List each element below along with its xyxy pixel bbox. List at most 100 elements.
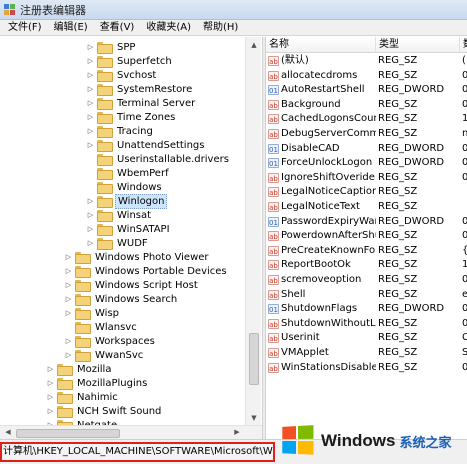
value-type: REG_DWORD <box>378 142 445 154</box>
menu-view[interactable]: 查看(V) <box>94 20 141 36</box>
expand-arrow-icon[interactable]: ▷ <box>86 141 95 149</box>
menu-favorites[interactable]: 收藏夹(A) <box>140 20 197 36</box>
value-row[interactable]: ab Background REG_SZ 0 <box>266 98 467 112</box>
value-row[interactable]: ab (默认) REG_SZ ( <box>266 54 467 68</box>
expand-arrow-icon[interactable]: ▷ <box>86 197 95 205</box>
tree-item[interactable]: ▷ Time Zones <box>86 110 177 124</box>
tree-item[interactable]: ▷ Terminal Server <box>86 96 197 110</box>
expand-arrow-icon[interactable]: ▷ <box>64 253 73 261</box>
value-row[interactable]: ab scremoveoption REG_SZ 0 <box>266 273 467 287</box>
tree-item[interactable]: ▷ MozillaPlugins <box>46 376 149 390</box>
value-row[interactable]: ab IgnoreShiftOveride REG_SZ 0 <box>266 171 467 185</box>
tree-item-label: Svchost <box>117 69 157 81</box>
expand-arrow-icon[interactable]: ▷ <box>86 99 95 107</box>
expand-arrow-icon[interactable]: ▷ <box>64 309 73 317</box>
tree-item[interactable]: ▷ Svchost <box>86 68 158 82</box>
expand-arrow-icon[interactable]: ▷ <box>86 85 95 93</box>
column-name-header[interactable]: 名称 <box>266 37 376 53</box>
value-row[interactable]: abShutdownWithoutLog...REG_SZ 0 <box>266 317 467 331</box>
value-row[interactable]: abDebugServerCommandREG_SZ n <box>266 127 467 141</box>
folder-icon <box>75 252 91 264</box>
tree-item[interactable]: ▷ Workspaces <box>64 334 157 348</box>
value-row[interactable]: abPowerdownAfterShut...REG_SZ 0 <box>266 229 467 243</box>
value-row[interactable]: ab allocatecdroms REG_SZ 0 <box>266 69 467 83</box>
tree-item[interactable]: ▷ WUDF <box>86 236 150 250</box>
value-row[interactable]: 01PasswordExpiryWarni...REG_DWORD 0 <box>266 215 467 229</box>
scroll-up-arrow-icon[interactable]: ▲ <box>246 37 262 52</box>
value-row[interactable]: ab WinStationsDisabled REG_SZ 0 <box>266 361 467 375</box>
tree-item[interactable]: ▷ Winlogon <box>86 193 168 209</box>
tree-item[interactable]: Wlansvc <box>64 320 139 334</box>
tree-item[interactable]: ▷ Windows Portable Devices <box>64 264 229 278</box>
tree-horizontal-scrollbar[interactable]: ◀ ▶ <box>0 425 262 439</box>
expand-arrow-icon[interactable]: ▷ <box>86 127 95 135</box>
tree-item[interactable]: ▷ WwanSvc <box>64 348 145 362</box>
menu-help[interactable]: 帮助(H) <box>197 20 244 36</box>
expand-arrow-icon[interactable]: ▷ <box>86 113 95 121</box>
expand-arrow-icon[interactable]: ▷ <box>86 211 95 219</box>
tree-scroll-thumb[interactable] <box>249 333 259 385</box>
expand-arrow-icon[interactable]: ▷ <box>86 239 95 247</box>
expand-arrow-icon[interactable]: ▷ <box>86 225 95 233</box>
expand-arrow-icon[interactable]: ▷ <box>64 337 73 345</box>
column-type-header[interactable]: 类型 <box>376 37 460 53</box>
expand-arrow-icon[interactable]: ▷ <box>64 295 73 303</box>
menu-file[interactable]: 文件(F) <box>2 20 48 36</box>
tree-item[interactable]: ▷ Windows Photo Viewer <box>64 250 211 264</box>
tree-item[interactable]: ▷ Nahimic <box>46 390 120 404</box>
folder-icon <box>97 168 113 180</box>
scroll-left-arrow-icon[interactable]: ◀ <box>0 425 16 439</box>
value-row[interactable]: 01 ShutdownFlags REG_DWORD 0 <box>266 302 467 316</box>
string-value-icon: ab <box>268 348 279 358</box>
value-row[interactable]: ab Userinit REG_SZ C <box>266 331 467 345</box>
expand-arrow-icon[interactable]: ▷ <box>86 57 95 65</box>
menu-edit[interactable]: 编辑(E) <box>48 20 94 36</box>
tree-item[interactable]: Windows <box>86 180 164 194</box>
tree-item[interactable]: ▷ NCH Swift Sound <box>46 404 163 418</box>
folder-icon <box>97 56 113 68</box>
value-name: AutoRestartShell <box>281 84 365 96</box>
expand-arrow-icon[interactable]: ▷ <box>64 351 73 359</box>
value-row[interactable]: 01 ForceUnlockLogon REG_DWORD 0 <box>266 156 467 170</box>
tree-item[interactable]: ▷ Superfetch <box>86 54 174 68</box>
expand-arrow-icon[interactable]: ▷ <box>46 407 55 415</box>
tree-item[interactable]: ▷ Tracing <box>86 124 155 138</box>
value-row[interactable]: ab LegalNoticeCaption REG_SZ <box>266 185 467 199</box>
tree-item[interactable]: ▷ Wisp <box>64 306 121 320</box>
value-row[interactable]: abPreCreateKnownFold...REG_SZ { <box>266 244 467 258</box>
tree-vertical-scrollbar[interactable]: ▲ ▼ <box>245 37 261 425</box>
tree-item[interactable]: WbemPerf <box>86 166 171 180</box>
expand-arrow-icon[interactable]: ▷ <box>64 267 73 275</box>
expand-arrow-icon[interactable]: ▷ <box>64 281 73 289</box>
scroll-down-arrow-icon[interactable]: ▼ <box>246 410 262 425</box>
value-row[interactable]: 01 DisableCAD REG_DWORD 0 <box>266 142 467 156</box>
expand-arrow-icon[interactable]: ▷ <box>86 43 95 51</box>
value-row[interactable]: ab Shell REG_SZ e <box>266 288 467 302</box>
tree-item[interactable]: ▷ Windows Search <box>64 292 179 306</box>
registry-tree-pane[interactable]: ▷ SPP ▷ Superfetch ▷ Svchost ▷ SystemRestore ▷ Te… <box>0 37 262 439</box>
string-value-icon: ab <box>268 172 279 183</box>
values-list-pane[interactable]: 名称 类型 数 ab(默认)REG_SZ(aballocatecdromsREG… <box>266 37 467 439</box>
expand-arrow-icon[interactable]: ▷ <box>46 393 55 401</box>
tree-item[interactable]: ▷ Windows Script Host <box>64 278 200 292</box>
tree-hscroll-thumb[interactable] <box>16 429 120 438</box>
scroll-right-arrow-icon[interactable]: ▶ <box>229 425 245 439</box>
tree-item[interactable]: ▷ SystemRestore <box>86 82 194 96</box>
tree-item[interactable]: ▷ Winsat <box>86 208 153 222</box>
expand-arrow-icon[interactable]: ▷ <box>86 71 95 79</box>
tree-item[interactable]: ▷ SPP <box>86 40 137 54</box>
value-row[interactable]: ab LegalNoticeText REG_SZ <box>266 200 467 214</box>
value-row[interactable]: ab VMApplet REG_SZ S <box>266 346 467 360</box>
tree-item[interactable]: Userinstallable.drivers <box>86 152 231 166</box>
tree-item[interactable]: ▷ Mozilla <box>46 362 113 376</box>
value-row[interactable]: 01 AutoRestartShell REG_DWORD 0 <box>266 83 467 97</box>
tree-item[interactable]: ▷ WinSATAPI <box>86 222 172 236</box>
column-data-header[interactable]: 数 <box>460 37 467 53</box>
value-name: LegalNoticeText <box>281 201 360 212</box>
tree-item[interactable]: ▷ UnattendSettings <box>86 138 206 152</box>
expand-arrow-icon[interactable]: ▷ <box>46 365 55 373</box>
expand-arrow-icon[interactable]: ▷ <box>46 379 55 387</box>
value-row[interactable]: ab CachedLogonsCount REG_SZ 1 <box>266 112 467 126</box>
value-row[interactable]: ab ReportBootOk REG_SZ 1 <box>266 258 467 272</box>
folder-icon <box>75 294 91 306</box>
